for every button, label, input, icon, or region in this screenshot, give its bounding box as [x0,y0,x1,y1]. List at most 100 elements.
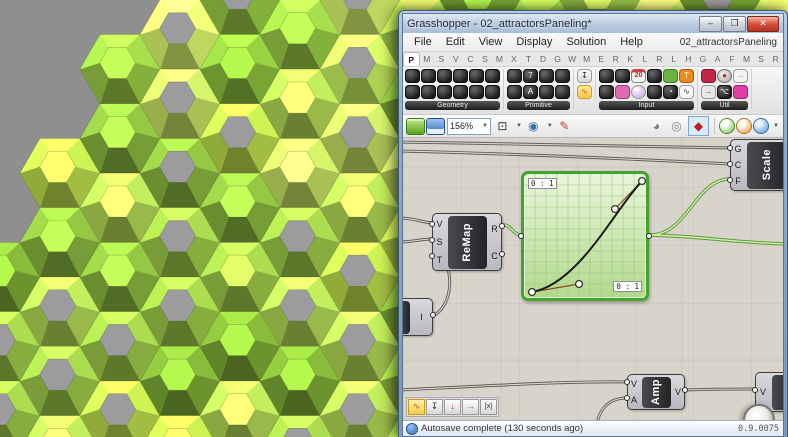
toolbar-icon-cherry[interactable] [701,69,716,83]
toolbar-icon-hex[interactable] [555,69,570,83]
tab-e-13[interactable]: E [594,52,609,66]
port-in[interactable]: S [436,237,442,247]
toolbar-icon-hex[interactable] [539,85,554,99]
node-scale[interactable]: G C F Scale [730,139,783,191]
curve-handle[interactable] [576,281,583,288]
chevron-down-icon[interactable]: ▼ [773,123,779,129]
node-remap[interactable]: V S T ReMap R C [432,213,502,271]
port-in[interactable]: A [631,395,637,405]
gh-canvas[interactable]: V S T ReMap R C [403,138,783,420]
toolbar-icon-hex[interactable] [647,85,662,99]
import-icon[interactable]: ↧ [426,399,443,415]
toolbar-icon-hex[interactable] [615,69,630,83]
toolbar-icon-green[interactable] [663,69,678,83]
port-in[interactable]: F [735,176,741,186]
tab-m-12[interactable]: M [579,52,594,66]
tab-p-0[interactable]: P [403,52,420,66]
menu-help[interactable]: Help [613,35,650,49]
tab-w-11[interactable]: W [565,52,580,66]
port-out[interactable]: I [420,312,423,322]
zoom-extents-icon[interactable]: ⊡ [494,119,511,134]
maximize-button[interactable]: ❐ [723,16,746,32]
menu-view[interactable]: View [472,35,510,49]
tab-m-23[interactable]: M [739,52,754,66]
shaded-preview-selected[interactable]: ◆ [688,116,709,136]
toolbar-icon-hex[interactable] [599,69,614,83]
toolbar-icon-hex[interactable] [453,85,468,99]
title-bar[interactable]: Grasshopper - 02_attractorsPaneling* – ❐… [403,14,783,33]
toolbar-icon-hex[interactable] [437,85,452,99]
tab-d-9[interactable]: D [536,52,551,66]
toolbar-group-label[interactable]: Util [701,101,748,110]
toolbar-icon-hex[interactable] [437,69,452,83]
port-in[interactable]: T [437,255,443,265]
menu-solution[interactable]: Solution [559,35,613,49]
menu-display[interactable]: Display [509,35,559,49]
curve-handle[interactable] [612,206,619,213]
toolbar-icon-hex[interactable] [421,85,436,99]
toolbar-icon-hex[interactable] [405,69,420,83]
tab-s-5[interactable]: S [478,52,493,66]
port-in[interactable]: V [760,387,766,397]
toolbar-icon-orangeT[interactable]: T [679,69,694,83]
open-file-icon[interactable] [407,119,424,134]
tab-t-8[interactable]: T [521,52,536,66]
toolbar-group-label[interactable]: Primitive [507,101,570,110]
tab-f-22[interactable]: F [725,52,740,66]
tab-k-15[interactable]: K [623,52,638,66]
tab-m-6[interactable]: M [492,52,507,66]
toolbar-icon-hex[interactable] [507,69,522,83]
node-left-partial[interactable]: I [403,298,433,336]
tab-l-16[interactable]: L [638,52,653,66]
menu-file[interactable]: File [407,35,439,49]
chevron-down-icon[interactable]: ▼ [516,123,522,129]
tab-s-24[interactable]: S [754,52,769,66]
toolbar-icon-hex[interactable] [539,69,554,83]
tab-c-4[interactable]: C [463,52,478,66]
toolbar-icon-hex[interactable] [469,69,484,83]
wire-display-icon[interactable]: ◎ [668,119,685,134]
tab-h-19[interactable]: H [681,52,696,66]
sketch-tool-icon[interactable]: ∿ [408,399,425,415]
toolbar-icon-clock[interactable]: ◔ [663,85,678,99]
node-amp[interactable]: V A Amp V [627,374,685,410]
toolbar-icon-hexA[interactable]: A [523,85,538,99]
toolbar-icon-hex[interactable] [599,85,614,99]
toolbar-icon-b20[interactable]: 20 [631,69,646,83]
tab-m-1[interactable]: M [420,52,435,66]
toolbar-icon-sketch[interactable]: ∿ [577,85,592,99]
toolbar-icon-sphere[interactable] [631,85,646,99]
preview-orange-icon[interactable] [737,119,751,133]
toolbar-icon-hex[interactable] [485,85,500,99]
tab-r-25[interactable]: R [768,52,783,66]
port-out[interactable]: R [491,224,498,234]
tab-s-2[interactable]: S [434,52,449,66]
tab-r-14[interactable]: R [608,52,623,66]
toolbar-icon-arrow[interactable]: → [701,85,716,99]
toolbar-icon-tree[interactable]: ⌥ [717,85,732,99]
chevron-down-icon[interactable]: ▼ [482,123,488,129]
port-out[interactable]: V [675,387,681,397]
toolbar-icon-hex[interactable] [469,85,484,99]
port-in[interactable]: C [735,160,742,170]
zoom-dropdown[interactable]: 156% ▼ [447,118,491,135]
toolbar-icon-hex7[interactable]: 7 [523,69,538,83]
toolbar-icon-pink[interactable] [615,85,630,99]
tab-a-21[interactable]: A [710,52,725,66]
toolbar-icon-arrow2[interactable]: → [733,69,748,83]
chevron-down-icon[interactable]: ▼ [547,123,553,129]
save-file-icon[interactable] [427,119,444,134]
port-out[interactable]: C [491,251,498,261]
toolbar-group-label[interactable]: Geometry [405,101,500,110]
toolbar-group-label[interactable]: Input [599,101,694,110]
tree-down-icon[interactable]: ↓ [444,399,461,415]
toolbar-icon-hex[interactable] [485,69,500,83]
tab-x-7[interactable]: X [507,52,522,66]
preview-eye-icon[interactable]: ◉ [525,119,542,134]
toolbar-icon-hex[interactable] [507,85,522,99]
hat-preview-icon[interactable]: ◕ [648,119,665,134]
toolbar-icon-hex[interactable] [453,69,468,83]
port-in[interactable]: V [631,379,637,389]
toolbar-icon-ballr[interactable]: ● [717,69,732,83]
toolbar-icon-hex[interactable] [647,69,662,83]
